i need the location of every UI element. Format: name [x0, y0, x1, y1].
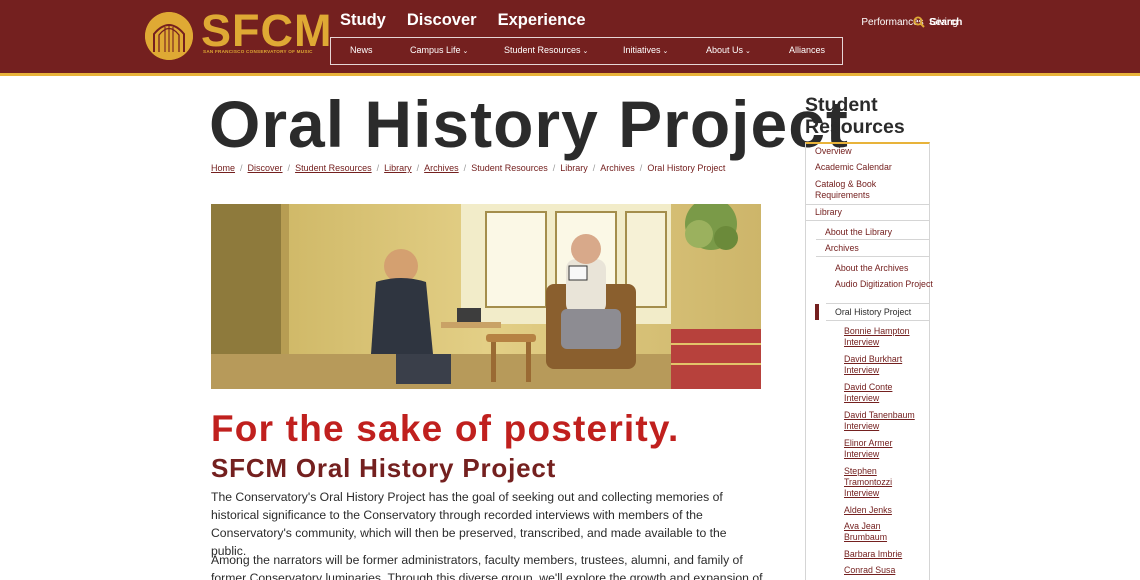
subnav-student-resources[interactable]: Student Resources ⌄: [504, 45, 588, 55]
subnav-about-us[interactable]: About Us ⌄: [706, 45, 751, 55]
sidebar-item-library[interactable]: Library: [815, 207, 920, 218]
sidebar-interview-barbara-imbrie[interactable]: Barbara Imbrie: [844, 549, 924, 560]
subnav-initiatives[interactable]: Initiatives ⌄: [623, 45, 668, 55]
sidebar-divider: [816, 256, 929, 257]
sidebar-item-academic-calendar[interactable]: Academic Calendar: [815, 162, 920, 173]
sfcm-logo[interactable]: SFCM SAN FRANCISCO CONSERVATORY OF MUSIC: [145, 5, 332, 61]
breadcrumb-separator: /: [240, 163, 243, 173]
breadcrumb-separator: /: [376, 163, 380, 173]
subnav-alliances-label: Alliances: [789, 45, 826, 55]
breadcrumb-separator: /: [463, 163, 467, 173]
search-icon: [913, 16, 925, 28]
sidebar-interview-ava-jean-brumbaum[interactable]: Ava Jean Brumbaum: [844, 521, 924, 543]
section-subheading: SFCM Oral History Project: [211, 453, 557, 483]
breadcrumb-separator: /: [592, 163, 596, 173]
subnav-campus-life[interactable]: Campus Life ⌄: [410, 45, 468, 55]
breadcrumb-archives-2[interactable]: Archives: [600, 163, 635, 173]
breadcrumb-separator: /: [639, 163, 643, 173]
sidebar-interview-david-conte[interactable]: David Conte Interview: [844, 382, 924, 404]
sidebar-item-catalog[interactable]: Catalog & Book Requirements: [815, 179, 920, 201]
sidebar-divider: [826, 320, 929, 321]
breadcrumb-home[interactable]: Home: [211, 163, 235, 173]
sidebar-interview-bonnie-hampton[interactable]: Bonnie Hampton Interview: [844, 326, 924, 348]
logo-tagline: SAN FRANCISCO CONSERVATORY OF MUSIC: [203, 49, 313, 54]
sidebar-interview-stephen-tramontozzi[interactable]: Stephen Tramontozzi Interview: [844, 466, 924, 499]
search-button[interactable]: Search: [913, 16, 962, 28]
narrators-paragraph: Among the narrators will be former admin…: [211, 553, 763, 580]
sidebar-divider: [816, 239, 929, 240]
nav-discover[interactable]: Discover: [407, 11, 477, 30]
sidebar-interview-elinor-armer[interactable]: Elinor Armer Interview: [844, 438, 924, 460]
sidebar-item-about-library[interactable]: About the Library: [825, 227, 930, 238]
search-label: Search: [929, 16, 963, 28]
sidebar-interview-david-burkhart[interactable]: David Burkhart Interview: [844, 354, 924, 376]
breadcrumb-archives[interactable]: Archives: [424, 163, 459, 173]
sidebar-item-overview[interactable]: Overview: [815, 146, 920, 157]
subnav-campus-life-label: Campus Life: [410, 45, 461, 55]
sidebar-interview-conrad-susa[interactable]: Conrad Susa: [844, 565, 924, 576]
sidebar-title: Student Resources: [805, 94, 905, 138]
sidebar-divider: [826, 303, 929, 304]
sidebar-divider: [806, 204, 929, 205]
chevron-down-icon: ⌄: [745, 48, 751, 55]
interview-photo: [211, 204, 761, 389]
header-accent-bar: [0, 73, 1140, 76]
nav-experience[interactable]: Experience: [498, 11, 586, 30]
breadcrumb-library-2[interactable]: Library: [560, 163, 588, 173]
page-title: Oral History Project: [209, 87, 849, 161]
subnav-initiatives-label: Initiatives: [623, 45, 661, 55]
sidebar-item-about-archives[interactable]: About the Archives: [835, 263, 940, 274]
breadcrumb-student-resources-2[interactable]: Student Resources: [471, 163, 548, 173]
breadcrumb-current: Oral History Project: [647, 163, 726, 173]
breadcrumb-separator: /: [416, 163, 420, 173]
subnav-news-label: News: [350, 45, 373, 55]
subnav-alliances[interactable]: Alliances: [789, 45, 825, 55]
sidebar-item-oral-history[interactable]: Oral History Project: [835, 307, 940, 318]
section-heading: For the sake of posterity.: [211, 408, 680, 449]
breadcrumb: Home / Discover / Student Resources / Libra…: [211, 163, 725, 173]
sidebar-item-audio-digitization[interactable]: Audio Digitization Project: [835, 279, 940, 290]
sidebar-active-indicator: [815, 304, 819, 320]
breadcrumb-separator: /: [287, 163, 291, 173]
chevron-down-icon: ⌄: [662, 48, 669, 55]
chevron-down-icon: ⌄: [582, 48, 589, 55]
breadcrumb-separator: /: [552, 163, 556, 173]
sfcm-seal-icon: [145, 12, 193, 60]
breadcrumb-student-resources[interactable]: Student Resources: [295, 163, 372, 173]
intro-paragraph: The Conservatory's Oral History Project …: [211, 490, 727, 558]
sidebar-divider: [806, 220, 929, 221]
sidebar-interview-david-tanenbaum[interactable]: David Tanenbaum Interview: [844, 410, 924, 432]
nav-study[interactable]: Study: [340, 11, 386, 30]
subnav-news[interactable]: News: [350, 45, 373, 55]
breadcrumb-discover[interactable]: Discover: [248, 163, 283, 173]
subnav-about-us-label: About Us: [706, 45, 744, 55]
chevron-down-icon: ⌄: [462, 48, 469, 55]
subnav-student-resources-label: Student Resources: [504, 45, 581, 55]
primary-nav: Study Discover Experience: [340, 11, 586, 30]
sidebar-item-archives[interactable]: Archives: [825, 243, 930, 254]
breadcrumb-library[interactable]: Library: [384, 163, 412, 173]
secondary-nav: News Campus Life ⌄ Student Resources ⌄ Ini…: [330, 37, 843, 65]
sidebar-interview-alden-jenks[interactable]: Alden Jenks: [844, 505, 924, 516]
